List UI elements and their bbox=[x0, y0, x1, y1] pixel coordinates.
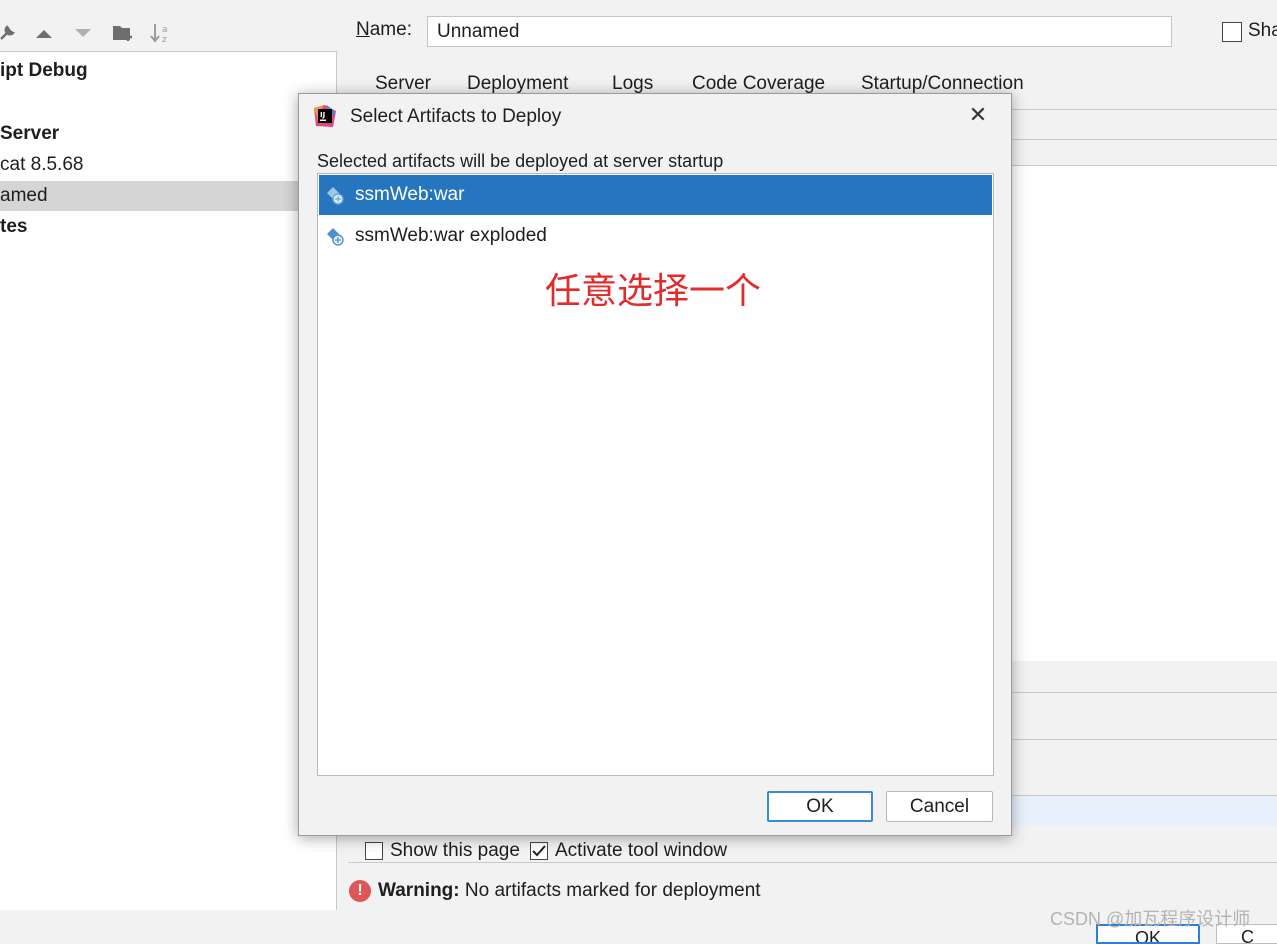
config-tree-panel: ipt Debug Server cat 8.5.68 amed tes bbox=[0, 51, 337, 910]
tree-item[interactable]: ipt Debug bbox=[0, 56, 88, 86]
artifact-label: ssmWeb:war bbox=[355, 184, 465, 205]
dialog-hint: Selected artifacts will be deployed at s… bbox=[317, 151, 724, 171]
annotation-text: 任意选择一个 bbox=[545, 271, 762, 312]
divider bbox=[1012, 739, 1277, 740]
tab-startup-connection[interactable]: Startup/Connection bbox=[861, 73, 1024, 95]
dialog-title: Select Artifacts to Deploy bbox=[350, 106, 562, 127]
ok-button[interactable]: OK bbox=[767, 791, 873, 822]
artifact-list: ssmWeb:war ssmWeb:war exploded 任意选择一个 bbox=[317, 173, 994, 776]
checkmark-icon bbox=[532, 845, 546, 857]
close-icon[interactable]: ✕ bbox=[965, 102, 991, 128]
share-checkbox[interactable] bbox=[1222, 22, 1242, 42]
tree-item[interactable]: Server bbox=[0, 119, 59, 149]
cancel-button[interactable]: Cancel bbox=[886, 791, 993, 822]
tab-logs[interactable]: Logs bbox=[612, 73, 653, 95]
tab-server[interactable]: Server bbox=[375, 73, 431, 95]
artifact-item-war-exploded[interactable]: ssmWeb:war exploded bbox=[319, 216, 992, 256]
artifact-icon bbox=[327, 187, 344, 205]
artifact-label: ssmWeb:war exploded bbox=[355, 225, 547, 246]
intellij-logo-icon: IJ bbox=[313, 104, 337, 128]
config-content-area bbox=[1012, 165, 1277, 661]
divider bbox=[1012, 109, 1277, 110]
watermark: CSDN @加瓦程序设计师 bbox=[1050, 909, 1251, 929]
divider bbox=[1012, 692, 1277, 693]
svg-text:IJ: IJ bbox=[320, 111, 325, 119]
name-label: Name: bbox=[356, 19, 412, 40]
divider bbox=[1012, 139, 1277, 140]
svg-text:z: z bbox=[162, 35, 167, 44]
share-label: Sha bbox=[1248, 20, 1277, 41]
show-page-label: Show this page bbox=[390, 840, 520, 861]
tab-deployment[interactable]: Deployment bbox=[467, 73, 568, 95]
tree-item[interactable]: tes bbox=[0, 212, 27, 242]
artifact-icon bbox=[327, 228, 344, 246]
sort-icon[interactable]: az bbox=[148, 18, 174, 48]
new-folder-icon[interactable] bbox=[110, 18, 136, 48]
select-artifacts-dialog: IJ Select Artifacts to Deploy ✕ Selected… bbox=[298, 93, 1012, 836]
warning-message: Warning: No artifacts marked for deploym… bbox=[378, 880, 761, 901]
tree-item[interactable]: cat 8.5.68 bbox=[0, 150, 83, 180]
highlight-row bbox=[1012, 795, 1277, 826]
svg-text:a: a bbox=[162, 25, 168, 35]
error-icon: ! bbox=[349, 880, 371, 902]
wrench-icon[interactable] bbox=[0, 18, 20, 48]
name-field[interactable]: Unnamed bbox=[427, 16, 1172, 47]
tree-item-selected[interactable]: amed bbox=[0, 181, 336, 211]
artifact-item-war[interactable]: ssmWeb:war bbox=[319, 175, 992, 215]
activate-tool-window-label: Activate tool window bbox=[555, 840, 728, 861]
arrow-up-icon[interactable] bbox=[31, 18, 57, 48]
divider bbox=[348, 862, 1277, 863]
show-page-checkbox[interactable] bbox=[365, 842, 383, 860]
arrow-down-icon[interactable] bbox=[70, 18, 96, 48]
tab-code-coverage[interactable]: Code Coverage bbox=[692, 73, 825, 95]
activate-tool-window-checkbox[interactable] bbox=[530, 842, 548, 860]
